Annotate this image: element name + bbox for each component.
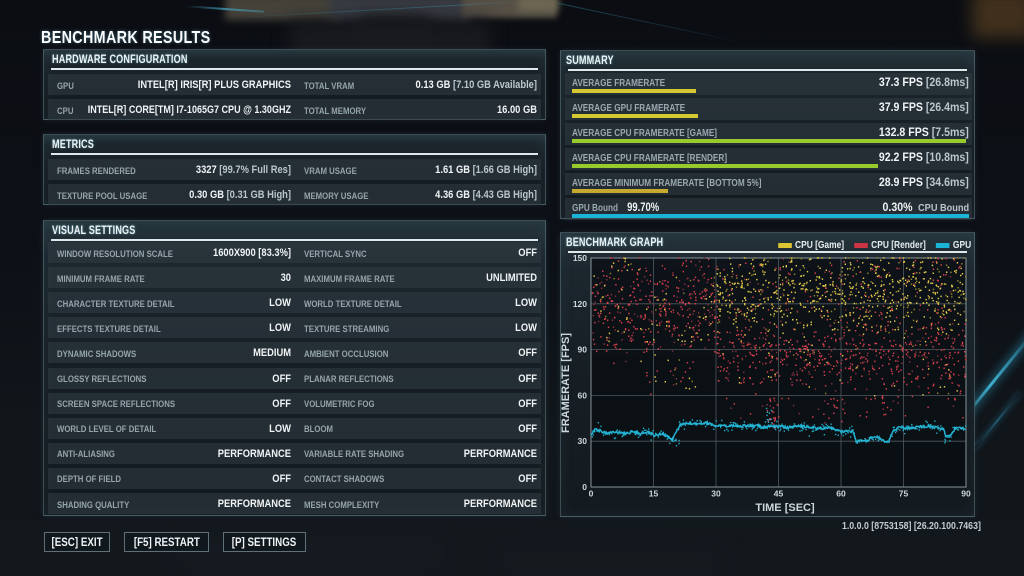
svg-text:75: 75 [899,489,909,499]
svg-text:30: 30 [711,489,721,499]
svg-text:60: 60 [578,390,588,400]
svg-text:0: 0 [589,489,594,499]
svg-text:60: 60 [836,489,846,499]
svg-text:150: 150 [573,253,587,263]
svg-text:120: 120 [573,299,587,309]
svg-text:TIME [SEC]: TIME [SEC] [755,502,815,514]
svg-text:90: 90 [578,345,588,355]
svg-text:15: 15 [649,489,659,499]
svg-text:45: 45 [774,489,784,499]
svg-text:30: 30 [578,436,588,446]
svg-text:FRAMERATE [FPS]: FRAMERATE [FPS] [561,333,572,433]
svg-text:0: 0 [582,482,587,492]
svg-text:90: 90 [961,489,971,499]
